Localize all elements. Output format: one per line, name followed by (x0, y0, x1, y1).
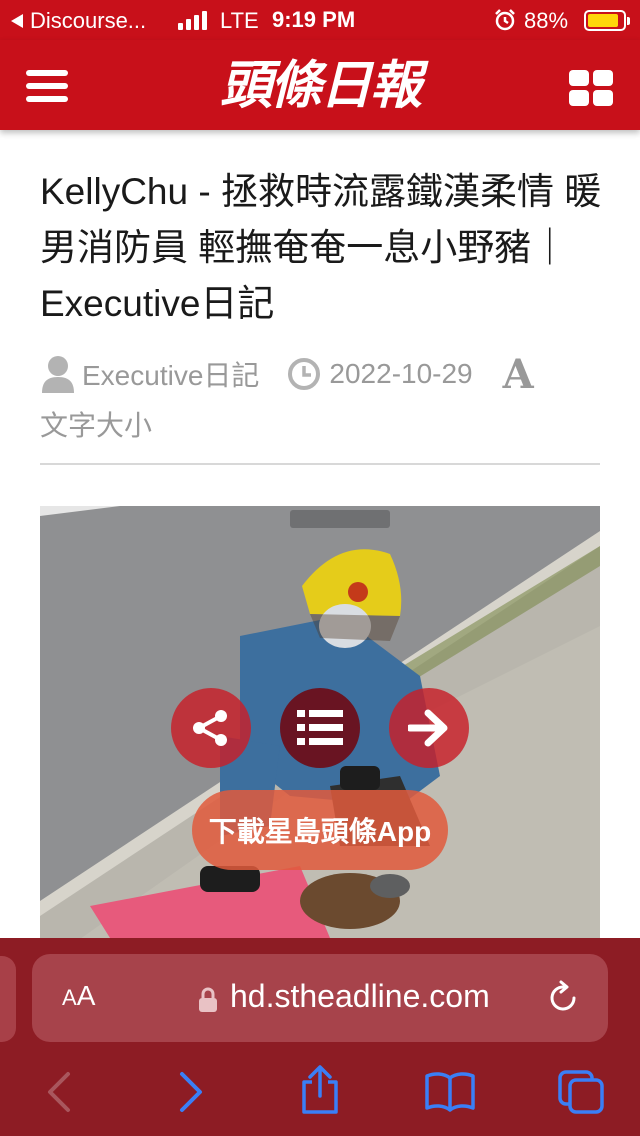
reload-icon[interactable] (548, 980, 580, 1014)
network-type: LTE (220, 8, 259, 33)
address-bar[interactable]: AA hd.stheadline.com (32, 954, 608, 1042)
download-app-button[interactable]: 下載星島頭條App (192, 790, 448, 870)
article-meta: Executive日記 2022-10-29 A 文字大小 (40, 348, 610, 444)
clock-icon (288, 358, 321, 390)
next-article-button[interactable] (389, 688, 469, 768)
alarm-icon (495, 9, 515, 31)
battery-icon (584, 10, 630, 31)
site-logo[interactable]: 頭條日報 (198, 54, 442, 118)
browser-bottom-bar: AA hd.stheadline.com (0, 938, 640, 1136)
author[interactable]: Executive日記 (40, 354, 259, 394)
author-name: Executive日記 (82, 360, 260, 391)
forward-arrow-icon[interactable] (176, 1070, 206, 1114)
list-button[interactable] (280, 688, 360, 768)
menu-icon[interactable] (26, 70, 68, 104)
grid-menu-icon[interactable] (569, 70, 613, 106)
date-text: 2022-10-29 (329, 358, 473, 389)
publish-date: 2022-10-29 (287, 357, 473, 391)
cellular-signal-icon (178, 10, 207, 30)
arrow-right-icon (408, 709, 448, 747)
tabs-icon[interactable] (556, 1068, 606, 1114)
back-arrow-icon[interactable] (44, 1070, 74, 1114)
share-sheet-icon[interactable] (298, 1064, 342, 1116)
user-icon (42, 356, 74, 393)
back-to-app-button[interactable]: Discourse... (10, 8, 146, 34)
battery-level-fill (588, 14, 618, 27)
browser-toolbar (0, 1058, 640, 1128)
share-button[interactable] (171, 688, 251, 768)
share-icon (193, 710, 227, 746)
status-bar: Discourse... LTE 9:19 PM 88% (0, 0, 640, 40)
previous-tab-peek[interactable] (0, 956, 16, 1042)
font-size-label[interactable]: 文字大小 (40, 404, 610, 444)
back-app-label: Discourse... (30, 8, 147, 33)
status-time: 9:19 PM (272, 7, 356, 32)
battery-percentage: 88% (524, 8, 569, 33)
reader-settings-button[interactable]: AA (62, 980, 95, 1012)
list-icon (297, 710, 343, 745)
article-title: KellyChu - 拯救時流露鐵漢柔情 暖男消防員 輕撫奄奄一息小野豬｜Exe… (40, 171, 602, 324)
bookmarks-icon[interactable] (424, 1070, 476, 1112)
url-text: hd.stheadline.com (230, 978, 490, 1014)
back-triangle-icon (11, 14, 23, 28)
font-size-icon[interactable]: A (503, 351, 534, 398)
divider (40, 463, 600, 465)
site-header: 頭條日報 (0, 40, 640, 130)
lock-icon (199, 987, 217, 1012)
